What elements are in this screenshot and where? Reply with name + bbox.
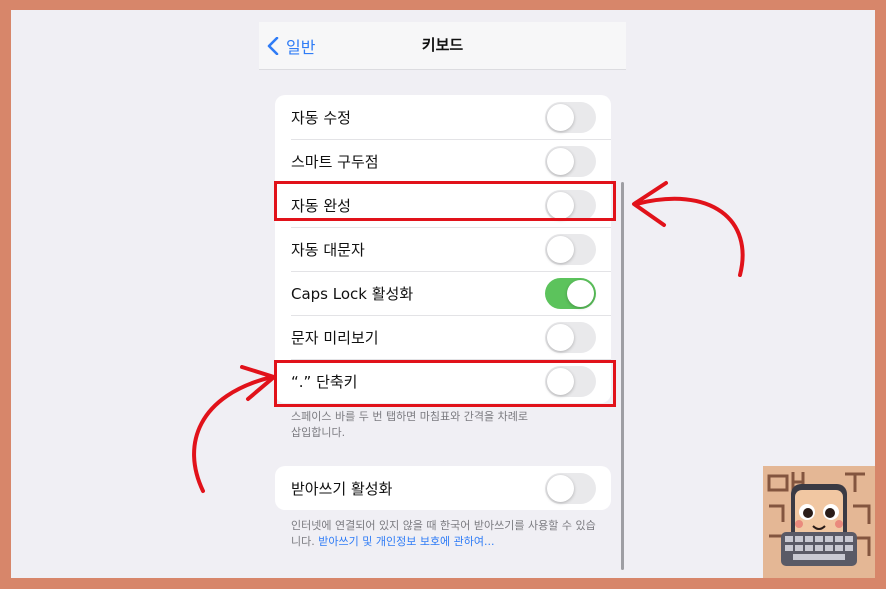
setting-row-smart-punctuation: 스마트 구두점 xyxy=(275,139,611,183)
setting-row-dictation: 받아쓰기 활성화 xyxy=(275,466,611,510)
settings-screenshot: 일반 키보드 자동 수정 스마트 구두점 자동 완성 자동 대문자 Caps L… xyxy=(11,10,875,578)
dictation-privacy-link[interactable]: 받아쓰기 및 개인정보 보호에 관하여... xyxy=(318,535,494,548)
toggle-knob xyxy=(547,104,574,131)
toggle-knob xyxy=(567,280,594,307)
smart-punctuation-toggle[interactable] xyxy=(545,146,596,177)
setting-label: 받아쓰기 활성화 xyxy=(291,479,393,498)
setting-label: 문자 미리보기 xyxy=(291,328,379,347)
dictation-toggle[interactable] xyxy=(545,473,596,504)
caps-lock-toggle[interactable] xyxy=(545,278,596,309)
auto-capitalization-toggle[interactable] xyxy=(545,234,596,265)
toggle-knob xyxy=(547,475,574,502)
keyboard-options-group: 자동 수정 스마트 구두점 자동 완성 자동 대문자 Caps Lock 활성화… xyxy=(275,95,611,403)
keyboard-mascot-illustration xyxy=(763,466,875,578)
dictation-group: 받아쓰기 활성화 xyxy=(275,466,611,510)
setting-row-caps-lock: Caps Lock 활성화 xyxy=(275,271,611,315)
character-preview-toggle[interactable] xyxy=(545,322,596,353)
setting-label: 자동 수정 xyxy=(291,108,351,127)
setting-label: Caps Lock 활성화 xyxy=(291,284,414,303)
period-shortcut-footnote: 스페이스 바를 두 번 탭하면 마침표와 간격을 차례로 삽입합니다. xyxy=(291,410,528,439)
dictation-footnote: 인터넷에 연결되어 있지 않을 때 한국어 받아쓰기를 사용할 수 있습니다. … xyxy=(291,518,601,550)
toggle-knob xyxy=(547,236,574,263)
setting-row-character-preview: 문자 미리보기 xyxy=(275,315,611,359)
auto-correction-toggle[interactable] xyxy=(545,102,596,133)
predictive-highlight-box xyxy=(274,181,616,221)
toggle-knob xyxy=(547,324,574,351)
setting-row-auto-correction: 자동 수정 xyxy=(275,95,611,139)
navigation-bar: 일반 키보드 xyxy=(259,22,626,70)
setting-row-auto-capitalization: 자동 대문자 xyxy=(275,227,611,271)
setting-label: 자동 대문자 xyxy=(291,240,365,259)
page-title: 키보드 xyxy=(421,36,464,54)
period-shortcut-highlight-box xyxy=(274,360,616,407)
curved-arrow-icon xyxy=(192,365,276,493)
curved-arrow-icon xyxy=(632,181,745,277)
setting-label: 스마트 구두점 xyxy=(291,152,379,171)
toggle-knob xyxy=(547,148,574,175)
